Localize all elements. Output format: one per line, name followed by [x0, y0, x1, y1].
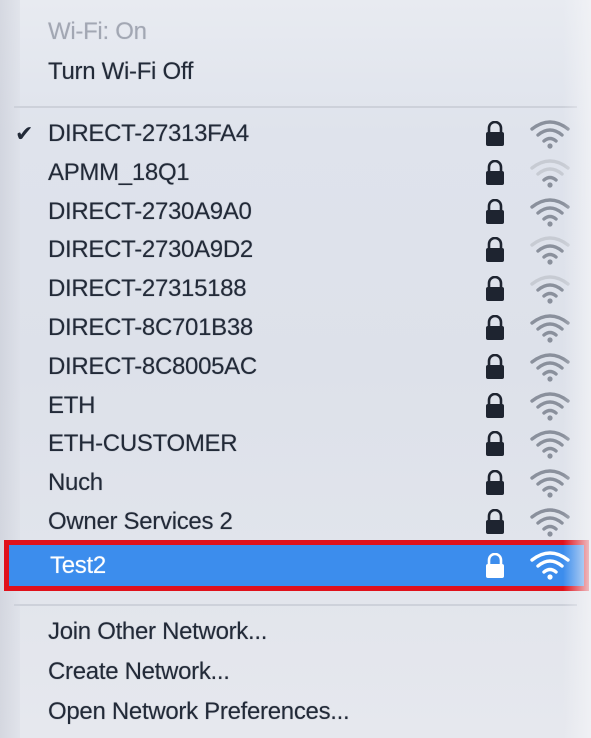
- lock-icon: [486, 393, 504, 418]
- menu-separator: [14, 106, 577, 108]
- turn-wifi-off-label: Turn Wi-Fi Off: [48, 58, 194, 85]
- menu-separator: [14, 604, 577, 606]
- lock-icon: [486, 160, 504, 185]
- create-network-label: Create Network...: [48, 658, 230, 685]
- wifi-signal-icon: [530, 159, 570, 188]
- lock-icon: [486, 470, 504, 495]
- open-network-preferences-item[interactable]: Open Network Preferences...: [0, 694, 591, 730]
- turn-wifi-off-item[interactable]: Turn Wi-Fi Off: [0, 54, 591, 90]
- network-name-label: DIRECT-8C701B38: [48, 314, 253, 341]
- network-item[interactable]: ETH-CUSTOMER: [0, 426, 591, 462]
- wifi-signal-icon: [530, 551, 570, 580]
- network-name-label: DIRECT-27315188: [48, 275, 247, 302]
- network-name-label: Nuch: [48, 469, 103, 496]
- open-network-preferences-label: Open Network Preferences...: [48, 698, 350, 725]
- network-name-label: ETH: [48, 392, 96, 419]
- wifi-signal-icon: [530, 508, 570, 537]
- network-item[interactable]: DIRECT-8C701B38: [0, 310, 591, 346]
- network-name-label: DIRECT-2730A9D2: [48, 236, 253, 263]
- create-network-item[interactable]: Create Network...: [0, 654, 591, 690]
- network-name-label: DIRECT-2730A9A0: [48, 198, 252, 225]
- wifi-signal-icon: [530, 392, 570, 421]
- wifi-status-label: Wi-Fi: On: [48, 18, 147, 45]
- wifi-signal-icon: [530, 236, 570, 265]
- network-name-label: APMM_18Q1: [48, 159, 190, 186]
- network-item[interactable]: DIRECT-27315188: [0, 271, 591, 307]
- network-item[interactable]: Owner Services 2: [0, 504, 591, 540]
- network-item[interactable]: ✔ DIRECT-27313FA4: [0, 116, 591, 152]
- wifi-signal-icon: [530, 120, 570, 149]
- network-item-test2-selected[interactable]: Test2: [4, 540, 589, 591]
- network-name-label: DIRECT-27313FA4: [48, 120, 249, 147]
- wifi-signal-icon: [530, 275, 570, 304]
- network-name-label: ETH-CUSTOMER: [48, 430, 238, 457]
- lock-icon: [486, 199, 504, 224]
- lock-icon: [486, 354, 504, 379]
- wifi-signal-icon: [530, 430, 570, 459]
- lock-icon: [486, 276, 504, 301]
- wifi-signal-icon: [530, 353, 570, 382]
- lock-icon: [486, 315, 504, 340]
- wifi-signal-icon: [530, 469, 570, 498]
- wifi-signal-icon: [530, 314, 570, 343]
- network-item[interactable]: DIRECT-2730A9A0: [0, 194, 591, 230]
- join-other-network-item[interactable]: Join Other Network...: [0, 614, 591, 650]
- network-item[interactable]: APMM_18Q1: [0, 155, 591, 191]
- wifi-menu: Wi-Fi: On Turn Wi-Fi Off ✔ DIRECT-27313FA…: [0, 0, 591, 738]
- network-name-label: Owner Services 2: [48, 508, 233, 535]
- network-item[interactable]: DIRECT-8C8005AC: [0, 349, 591, 385]
- lock-icon: [486, 509, 504, 534]
- lock-icon: [486, 553, 504, 578]
- wifi-signal-icon: [530, 198, 570, 227]
- network-item[interactable]: ETH: [0, 388, 591, 424]
- network-item[interactable]: Nuch: [0, 465, 591, 501]
- lock-icon: [486, 121, 504, 146]
- network-item[interactable]: DIRECT-2730A9D2: [0, 232, 591, 268]
- wifi-status-row: Wi-Fi: On: [0, 14, 591, 50]
- network-name-label: DIRECT-8C8005AC: [48, 353, 257, 380]
- network-name-label: Test2: [50, 552, 106, 579]
- checkmark-icon: ✔: [15, 121, 34, 147]
- lock-icon: [486, 237, 504, 262]
- join-other-network-label: Join Other Network...: [48, 618, 268, 645]
- lock-icon: [486, 431, 504, 456]
